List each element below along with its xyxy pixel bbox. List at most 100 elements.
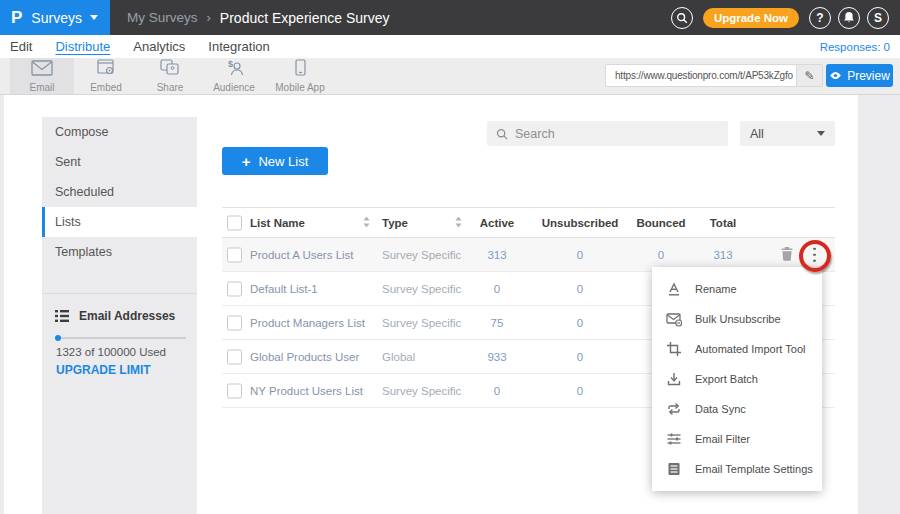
active-count[interactable]: 313 [457, 249, 537, 261]
row-checkbox[interactable] [227, 383, 242, 398]
template-doc-icon [666, 461, 682, 477]
list-type: Survey Specific [382, 385, 461, 397]
active-count[interactable]: 0 [457, 283, 537, 295]
col-total[interactable]: Total [683, 217, 763, 229]
active-count[interactable]: 0 [457, 385, 537, 397]
toolbar-tab-mobile-app[interactable]: Mobile App [266, 58, 334, 94]
progress-dot [55, 335, 61, 341]
toolbar-tab-label: Mobile App [275, 82, 324, 93]
list-type: Global [382, 351, 415, 363]
toolbar-tab-share[interactable]: Share [138, 58, 202, 94]
menu-item-email-template-settings[interactable]: Email Template Settings [652, 454, 822, 484]
menu-item-label: Automated Import Tool [695, 343, 805, 355]
search-icon[interactable] [671, 7, 693, 29]
total-count[interactable]: 313 [683, 249, 763, 261]
responses-count[interactable]: Responses: 0 [820, 41, 890, 53]
menu-item-export-batch[interactable]: Export Batch [652, 364, 822, 394]
page-title: Product Experience Survey [220, 10, 390, 26]
questionpro-logo-icon: P [11, 8, 22, 28]
notifications-bell-icon[interactable] [838, 7, 860, 29]
row-checkbox[interactable] [227, 315, 242, 330]
list-name[interactable]: Global Products User [250, 351, 359, 363]
menu-item-email-filter[interactable]: Email Filter [652, 424, 822, 454]
row-checkbox[interactable] [227, 349, 242, 364]
chevron-down-icon [90, 15, 98, 20]
product-switcher[interactable]: P Surveys [0, 0, 110, 35]
table-header: List Name Type Active Unsubscribed Bounc… [222, 207, 835, 238]
product-label: Surveys [31, 10, 82, 26]
import-crop-icon [666, 341, 682, 357]
avatar[interactable]: S [867, 7, 889, 29]
new-list-button[interactable]: + New List [222, 147, 328, 175]
new-list-label: New List [258, 154, 308, 169]
menu-item-automated-import-tool[interactable]: Automated Import Tool [652, 334, 822, 364]
tab-analytics[interactable]: Analytics [133, 39, 185, 54]
col-list-name[interactable]: List Name [250, 217, 305, 229]
survey-url-value[interactable]: https://www.questionpro.com/t/AP53kZgfo [606, 70, 796, 81]
embed-window-icon [97, 59, 116, 80]
list-lines-icon [55, 310, 69, 322]
active-count[interactable]: 75 [457, 317, 537, 329]
sidebar-divider [42, 293, 197, 294]
rename-icon [666, 281, 682, 297]
toolbar-tab-email[interactable]: Email [10, 58, 74, 94]
unsubscribed-count[interactable]: 0 [540, 351, 620, 363]
sidebar-item-templates[interactable]: Templates [42, 237, 197, 267]
menu-item-bulk-unsubscribe[interactable]: Bulk Unsubscribe [652, 304, 822, 334]
export-download-icon [666, 371, 682, 387]
audience-dollar-icon: $ [224, 59, 245, 80]
menu-item-label: Email Filter [695, 433, 750, 445]
sidebar-item-compose[interactable]: Compose [42, 117, 197, 147]
preview-button[interactable]: Preview [826, 64, 893, 87]
sort-icon[interactable] [363, 216, 370, 229]
menu-item-rename[interactable]: Rename [652, 274, 822, 304]
edit-url-pencil-icon[interactable]: ✎ [796, 65, 822, 86]
unsubscribed-count[interactable]: 0 [540, 283, 620, 295]
delete-trash-icon[interactable] [781, 247, 793, 263]
row-checkbox[interactable] [227, 247, 242, 262]
filter-sliders-icon [666, 431, 682, 447]
help-button[interactable]: ? [809, 7, 831, 29]
breadcrumb-my-surveys[interactable]: My Surveys [127, 10, 198, 25]
unsubscribed-count[interactable]: 0 [540, 385, 620, 397]
list-name[interactable]: Product Managers List [250, 317, 365, 329]
sidebar-item-scheduled[interactable]: Scheduled [42, 177, 197, 207]
toolbar-tab-audience[interactable]: $ Audience [202, 58, 266, 94]
filter-dropdown[interactable]: All [740, 121, 835, 146]
eye-icon [829, 71, 842, 80]
tab-edit[interactable]: Edit [10, 39, 32, 54]
chevron-down-icon [817, 131, 825, 136]
share-cards-icon [160, 59, 180, 80]
distribute-toolbar: Email Embed Share $ Audience Mobile App [0, 58, 900, 95]
email-addresses-title: Email Addresses [79, 309, 175, 323]
upgrade-limit-link[interactable]: UPGRADE LIMIT [56, 363, 151, 377]
unsubscribed-count[interactable]: 0 [540, 317, 620, 329]
menu-item-label: Export Batch [695, 373, 758, 385]
col-type[interactable]: Type [382, 217, 408, 229]
svg-text:$: $ [228, 59, 233, 69]
list-name[interactable]: Default List-1 [250, 283, 318, 295]
list-name[interactable]: NY Product Users List [250, 385, 363, 397]
select-all-checkbox[interactable] [227, 215, 242, 230]
sidebar-item-sent[interactable]: Sent [42, 147, 197, 177]
list-type: Survey Specific [382, 283, 461, 295]
tab-distribute[interactable]: Distribute [55, 39, 110, 54]
col-active[interactable]: Active [457, 217, 537, 229]
toolbar-tab-label: Email [29, 82, 54, 93]
row-checkbox[interactable] [227, 281, 242, 296]
active-count[interactable]: 933 [457, 351, 537, 363]
list-name[interactable]: Product A Users List [250, 249, 354, 261]
survey-nav: Edit Distribute Analytics Integration Re… [0, 35, 900, 58]
survey-url-field[interactable]: https://www.questionpro.com/t/AP53kZgfo … [605, 64, 823, 87]
envelope-icon [31, 60, 53, 80]
sidebar-item-lists[interactable]: Lists [42, 207, 197, 237]
upgrade-now-button[interactable]: Upgrade Now [703, 8, 799, 28]
breadcrumb: My Surveys › Product Experience Survey [127, 10, 390, 26]
search-input[interactable]: Search [487, 121, 728, 146]
tab-integration[interactable]: Integration [208, 39, 269, 54]
smartphone-icon [295, 59, 306, 80]
unsubscribed-count[interactable]: 0 [540, 249, 620, 261]
menu-item-data-sync[interactable]: Data Sync [652, 394, 822, 424]
col-unsubscribed[interactable]: Unsubscribed [540, 217, 620, 229]
toolbar-tab-embed[interactable]: Embed [74, 58, 138, 94]
